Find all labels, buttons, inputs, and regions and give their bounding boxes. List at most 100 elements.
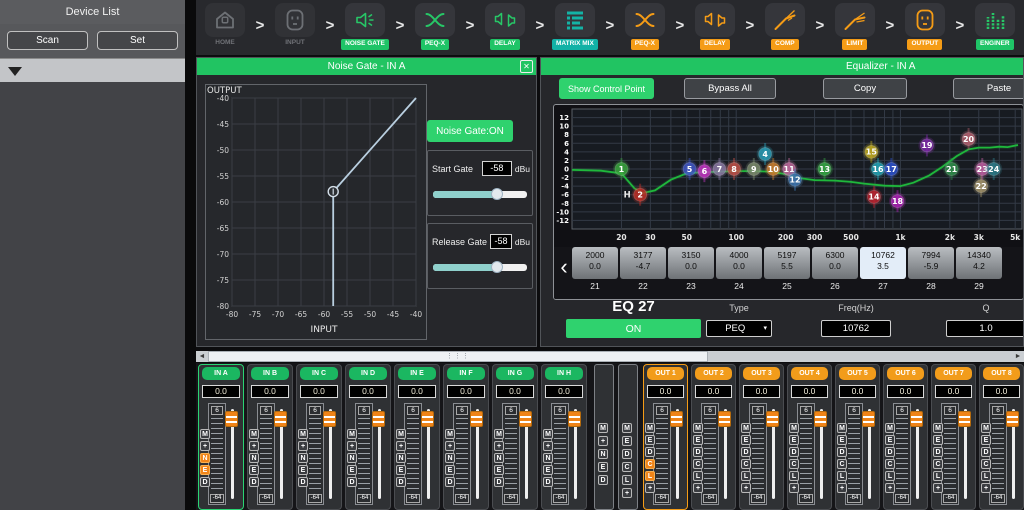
channel-strip-in-d[interactable]: IN D0.06-64M+NED	[345, 364, 391, 510]
channel-button-M[interactable]: M	[981, 423, 991, 433]
slider-thumb[interactable]	[491, 261, 503, 273]
channel-button-C[interactable]: C	[789, 459, 799, 469]
channel-gain-value[interactable]: 0.0	[791, 385, 828, 398]
channel-button-M[interactable]: M	[494, 429, 504, 439]
channel-button-M[interactable]: M	[249, 429, 259, 439]
chain-item-enginer[interactable]: ENGINER	[972, 3, 1018, 50]
eq-band-cell[interactable]: 63000.0	[812, 247, 858, 279]
channel-button-+[interactable]: +	[933, 483, 943, 493]
channel-button-D[interactable]: D	[494, 477, 504, 487]
fader-handle[interactable]	[958, 411, 971, 427]
channel-strip-out-2[interactable]: OUT 20.06-64MEDCL+	[691, 364, 736, 510]
fader-handle[interactable]	[1006, 411, 1019, 427]
channel-button-D[interactable]: D	[445, 477, 455, 487]
channel-button-D[interactable]: D	[789, 447, 799, 457]
eq-band-cell[interactable]: 51975.5	[764, 247, 810, 279]
fader-handle[interactable]	[670, 411, 683, 427]
show-control-point-button[interactable]: Show Control Point	[559, 78, 654, 99]
close-icon[interactable]: ✕	[520, 60, 533, 73]
channel-gain-value[interactable]: 0.0	[447, 385, 485, 398]
channel-button-+[interactable]: +	[741, 483, 751, 493]
channel-button-D[interactable]: D	[396, 477, 406, 487]
chain-item-input[interactable]: INPUT	[272, 3, 318, 46]
channel-button-D[interactable]: D	[981, 447, 991, 457]
channel-button-E[interactable]: E	[249, 465, 259, 475]
channel-button-+[interactable]: +	[693, 483, 703, 493]
paste-button[interactable]: Paste	[953, 78, 1024, 99]
master-button-N[interactable]: N	[598, 449, 608, 459]
channel-button-M[interactable]: M	[933, 423, 943, 433]
channel-gain-value[interactable]: 0.0	[349, 385, 387, 398]
channel-button-E[interactable]: E	[645, 435, 655, 445]
fader-handle[interactable]	[766, 411, 779, 427]
master-button-M[interactable]: M	[622, 423, 632, 433]
chain-item-matrix-mix[interactable]: MATRIX MIX	[552, 3, 598, 50]
channel-strip-in-e[interactable]: IN E0.06-64M+NED	[394, 364, 440, 510]
master-button-+[interactable]: +	[622, 488, 632, 498]
channel-button-D[interactable]: D	[347, 477, 357, 487]
channel-gain-value[interactable]: 0.0	[251, 385, 289, 398]
master-button-D[interactable]: D	[622, 449, 632, 459]
channel-strip-out-6[interactable]: OUT 60.06-64MEDCL+	[883, 364, 928, 510]
chain-item-output[interactable]: OUTPUT	[902, 3, 948, 50]
eq-band-cell[interactable]: 107623.5	[860, 247, 906, 279]
channel-gain-value[interactable]: 0.0	[743, 385, 780, 398]
channel-button-M[interactable]: M	[396, 429, 406, 439]
eq-band-cell[interactable]: 20000.0	[572, 247, 618, 279]
channel-button-N[interactable]: N	[200, 453, 210, 463]
channel-gain-value[interactable]: 0.0	[887, 385, 924, 398]
scroll-right-icon[interactable]: ►	[1012, 351, 1024, 362]
scan-button[interactable]: Scan	[7, 31, 88, 50]
chain-item-delay-in[interactable]: DELAY	[482, 3, 528, 50]
bypass-all-button[interactable]: Bypass All	[684, 78, 776, 99]
channel-button-M[interactable]: M	[789, 423, 799, 433]
eq-band-cell[interactable]: 31500.0	[668, 247, 714, 279]
channel-gain-value[interactable]: 0.0	[545, 385, 583, 398]
channel-strip-in-c[interactable]: IN C0.06-64M+NED	[296, 364, 342, 510]
channel-button-D[interactable]: D	[693, 447, 703, 457]
chain-item-comp[interactable]: COMP	[762, 3, 808, 50]
fader-handle[interactable]	[814, 411, 827, 427]
channel-button-N[interactable]: N	[298, 453, 308, 463]
channel-button-+[interactable]: +	[396, 441, 406, 451]
channel-button-D[interactable]: D	[298, 477, 308, 487]
channel-button-M[interactable]: M	[200, 429, 210, 439]
eq-band-cell[interactable]: 7994-5.9	[908, 247, 954, 279]
channel-gain-value[interactable]: 0.0	[398, 385, 436, 398]
fader-handle[interactable]	[421, 411, 434, 427]
channel-button-C[interactable]: C	[981, 459, 991, 469]
channel-button-M[interactable]: M	[741, 423, 751, 433]
channel-button-E[interactable]: E	[200, 465, 210, 475]
master-button-C[interactable]: C	[622, 462, 632, 472]
master-button-E[interactable]: E	[598, 462, 608, 472]
channel-button-L[interactable]: L	[933, 471, 943, 481]
chain-item-peq-x-in[interactable]: PEQ-X	[412, 3, 458, 50]
channel-gain-value[interactable]: 0.0	[647, 385, 684, 398]
channel-button-D[interactable]: D	[645, 447, 655, 457]
channel-button-N[interactable]: N	[543, 453, 553, 463]
fader-handle[interactable]	[274, 411, 287, 427]
fader-handle[interactable]	[568, 411, 581, 427]
channel-button-+[interactable]: +	[837, 483, 847, 493]
channel-gain-value[interactable]: 0.0	[983, 385, 1020, 398]
channel-strip-in-b[interactable]: IN B0.06-64M+NED	[247, 364, 293, 510]
channel-button-C[interactable]: C	[741, 459, 751, 469]
channel-button-C[interactable]: C	[933, 459, 943, 469]
set-button[interactable]: Set	[97, 31, 178, 50]
channel-button-L[interactable]: L	[837, 471, 847, 481]
noise-gate-graph[interactable]: -40-45-50-55-60-65-70-75-80-80-75-70-65-…	[205, 84, 427, 340]
release-gate-slider[interactable]	[433, 264, 527, 271]
channel-button-E[interactable]: E	[298, 465, 308, 475]
band-prev-icon[interactable]: ‹	[556, 247, 572, 293]
channel-gain-value[interactable]: 0.0	[300, 385, 338, 398]
eq-band-cell[interactable]: 40000.0	[716, 247, 762, 279]
channel-button-M[interactable]: M	[445, 429, 455, 439]
channel-button-E[interactable]: E	[885, 435, 895, 445]
channel-strip-in-g[interactable]: IN G0.06-64M+NED	[492, 364, 538, 510]
scrollbar-thumb[interactable]: ⋮⋮⋮	[208, 351, 708, 362]
freq-field[interactable]: 10762	[821, 320, 891, 337]
chain-item-limit[interactable]: LIMIT	[832, 3, 878, 50]
master-button-strip-2[interactable]: MEDCL+	[618, 364, 638, 510]
channel-gain-value[interactable]: 0.0	[839, 385, 876, 398]
channel-button-N[interactable]: N	[347, 453, 357, 463]
